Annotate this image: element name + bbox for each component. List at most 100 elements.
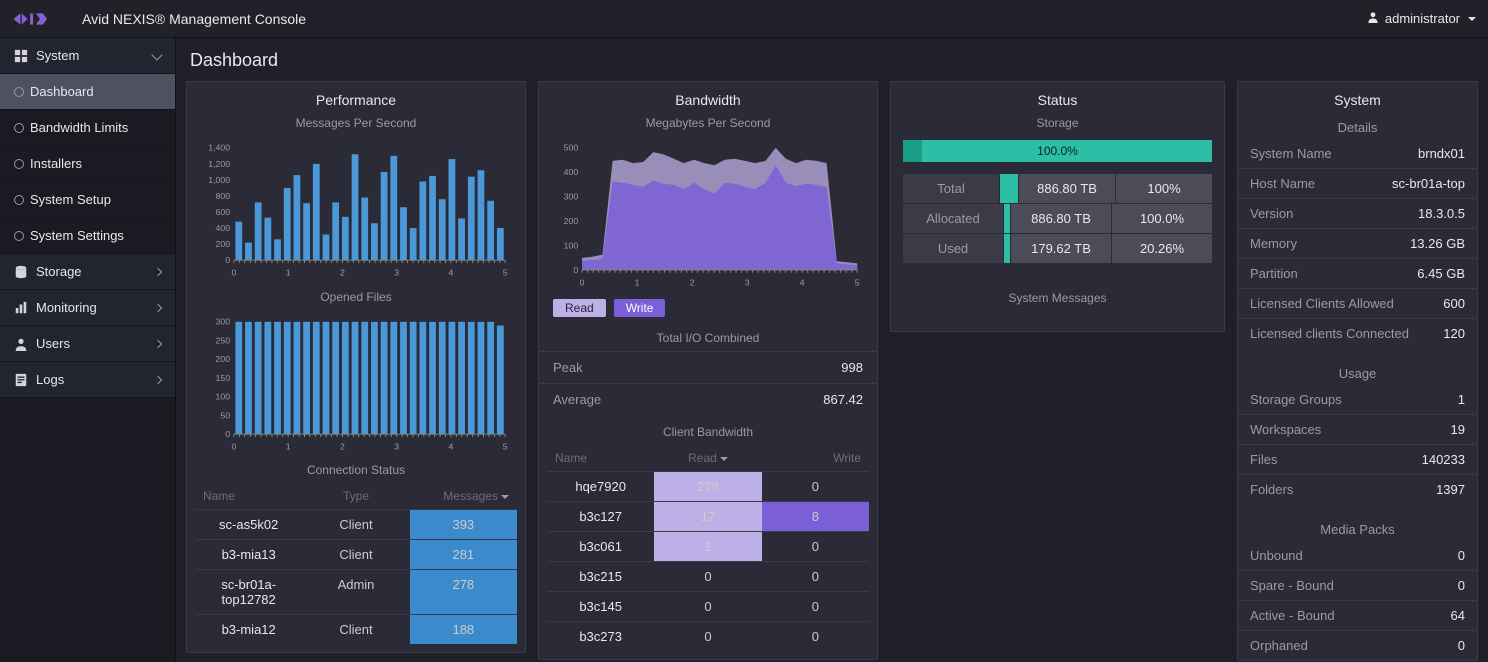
sidebar-item-dashboard[interactable]: Dashboard	[0, 74, 175, 110]
client-write: 0	[762, 472, 869, 501]
client-read: 0	[654, 562, 761, 591]
svg-text:2: 2	[340, 268, 345, 278]
svg-text:0: 0	[573, 265, 578, 275]
svg-text:0: 0	[232, 441, 237, 451]
sidebar-item-system-setup[interactable]: System Setup	[0, 182, 175, 218]
svg-text:1,200: 1,200	[208, 159, 230, 169]
client-name: hqe7920	[547, 472, 654, 501]
table-row[interactable]: sc-as5k02 Client 393	[195, 509, 517, 539]
legend-read[interactable]: Read	[553, 299, 606, 317]
svg-text:100: 100	[216, 391, 231, 401]
client-bw-label: Client Bandwidth	[539, 421, 877, 445]
svg-text:0: 0	[225, 429, 230, 439]
grid-icon	[14, 49, 28, 63]
conn-col-name[interactable]: Name	[203, 489, 302, 503]
system-kv-row: Unbound 0	[1238, 541, 1477, 570]
system-kv-key: Version	[1250, 206, 1293, 221]
sidebar-storage[interactable]: Storage	[0, 254, 175, 290]
conn-type: Client	[302, 615, 409, 644]
user-icon	[1367, 11, 1379, 26]
table-row[interactable]: b3-mia12 Client 188	[195, 614, 517, 644]
system-kv-key: Licensed clients Connected	[1250, 326, 1409, 341]
system-kv-key: Memory	[1250, 236, 1297, 251]
conn-messages: 188	[410, 615, 517, 644]
bandwidth-panel: Bandwidth Megabytes Per Second 010020030…	[538, 81, 878, 660]
status-row-label: Used	[903, 234, 1003, 263]
table-row[interactable]: hqe7920 278 0	[547, 471, 869, 501]
status-row-pct: 20.26%	[1112, 234, 1212, 263]
table-row[interactable]: b3c215 0 0	[547, 561, 869, 591]
client-write: 8	[762, 502, 869, 531]
legend-write[interactable]: Write	[614, 299, 666, 317]
messages-chart-label: Messages Per Second	[187, 112, 525, 136]
client-col-name[interactable]: Name	[555, 451, 654, 465]
system-kv-value: 13.26 GB	[1410, 236, 1465, 251]
conn-type: Client	[302, 510, 409, 539]
status-row-label: Total	[903, 174, 999, 203]
svg-text:1,000: 1,000	[208, 175, 230, 185]
client-col-write[interactable]: Write	[762, 451, 861, 465]
system-kv-key: Storage Groups	[1250, 392, 1342, 407]
sidebar-monitoring[interactable]: Monitoring	[0, 290, 175, 326]
system-kv-value: 120	[1443, 326, 1465, 341]
storage-progress: 100.0%	[903, 140, 1212, 162]
svg-text:5: 5	[855, 277, 860, 287]
system-kv-value: 1	[1458, 392, 1465, 407]
client-col-read[interactable]: Read	[658, 451, 757, 465]
chevron-right-icon	[154, 339, 162, 347]
sidebar-system-label: System	[36, 48, 79, 63]
table-row[interactable]: b3-mia13 Client 281	[195, 539, 517, 569]
table-row[interactable]: b3c127 17 8	[547, 501, 869, 531]
status-row-value: 886.80 TB	[1011, 204, 1111, 233]
sidebar-logs[interactable]: Logs	[0, 362, 175, 398]
svg-text:3: 3	[394, 441, 399, 451]
chevron-right-icon	[154, 267, 162, 275]
system-kv-row: Folders 1397	[1238, 474, 1477, 504]
messages-chart: 02004006008001,0001,2001,400012345	[187, 136, 525, 286]
conn-col-type[interactable]: Type	[306, 489, 405, 503]
svg-text:1: 1	[286, 441, 291, 451]
status-panel: Status Storage 100.0% Total 886.80 TB 10…	[890, 81, 1225, 332]
system-kv-value: 1397	[1436, 482, 1465, 497]
client-name: b3c127	[547, 502, 654, 531]
mbps-label: Megabytes Per Second	[539, 112, 877, 136]
system-kv-row: Memory 13.26 GB	[1238, 228, 1477, 258]
client-name: b3c061	[547, 532, 654, 561]
client-read: 1	[654, 532, 761, 561]
system-kv-value: 19	[1451, 422, 1465, 437]
sidebar-item-system-settings[interactable]: System Settings	[0, 218, 175, 254]
sidebar-item-installers[interactable]: Installers	[0, 146, 175, 182]
table-row[interactable]: b3c145 0 0	[547, 591, 869, 621]
user-label: administrator	[1385, 11, 1460, 26]
svg-text:0: 0	[225, 255, 230, 265]
client-write: 0	[762, 532, 869, 561]
svg-text:400: 400	[564, 167, 579, 177]
bandwidth-legend: Read Write	[539, 295, 877, 321]
system-kv-value: 0	[1458, 578, 1465, 593]
conn-col-messages[interactable]: Messages	[410, 489, 509, 503]
system-kv-key: Host Name	[1250, 176, 1315, 191]
main-content: Dashboard Performance Messages Per Secon…	[176, 38, 1488, 662]
total-io-label: Total I/O Combined	[539, 327, 877, 351]
conn-type: Client	[302, 540, 409, 569]
svg-text:100: 100	[564, 240, 579, 250]
svg-text:3: 3	[394, 268, 399, 278]
system-kv-key: Unbound	[1250, 548, 1303, 563]
table-row[interactable]: b3c273 0 0	[547, 621, 869, 651]
svg-text:200: 200	[564, 216, 579, 226]
table-row[interactable]: sc-br01a-top12782 Admin 278	[195, 569, 517, 614]
sidebar-system[interactable]: System	[0, 38, 175, 74]
chevron-down-icon	[151, 49, 162, 60]
sidebar-users[interactable]: Users	[0, 326, 175, 362]
system-kv-row: Licensed clients Connected 120	[1238, 318, 1477, 348]
system-kv-row: Licensed Clients Allowed 600	[1238, 288, 1477, 318]
system-kv-row: Orphaned 0	[1238, 630, 1477, 660]
sidebar-item-bandwidth-limits[interactable]: Bandwidth Limits	[0, 110, 175, 146]
sort-desc-icon	[501, 495, 509, 499]
user-menu[interactable]: administrator	[1367, 11, 1476, 26]
table-row[interactable]: b3c061 1 0	[547, 531, 869, 561]
svg-text:300: 300	[216, 316, 231, 326]
system-kv-key: Orphaned	[1250, 638, 1308, 653]
svg-text:3: 3	[745, 277, 750, 287]
page-title: Dashboard	[190, 50, 1474, 71]
